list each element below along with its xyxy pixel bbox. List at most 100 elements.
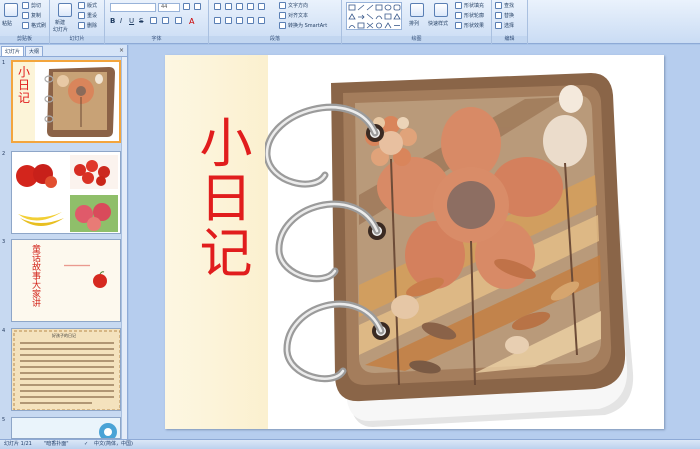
replace-icon xyxy=(495,12,502,19)
bold-button[interactable]: B xyxy=(110,17,115,25)
replace-button[interactable]: 替换 xyxy=(495,12,514,19)
font-group: 44 B I U S A 字体 xyxy=(105,0,209,44)
numbering-button[interactable] xyxy=(225,3,232,10)
brush-icon xyxy=(22,22,29,29)
increase-indent-icon xyxy=(247,3,254,10)
increase-indent-button[interactable] xyxy=(247,3,254,10)
tab-slides[interactable]: 幻灯片 xyxy=(1,46,25,56)
binoculars-icon xyxy=(495,2,502,9)
shape-effects-button[interactable]: 形状效果 xyxy=(455,22,484,29)
cursor-icon xyxy=(495,22,502,29)
underline-button[interactable]: U xyxy=(129,17,134,25)
spacing-button[interactable] xyxy=(162,17,169,24)
font-name-field[interactable] xyxy=(110,3,156,12)
paste-button[interactable]: 粘贴 xyxy=(2,20,12,27)
new-slide-icon[interactable] xyxy=(58,3,72,17)
thumbnail-caption: ************* xyxy=(64,264,90,269)
font-size-field[interactable]: 44 xyxy=(158,3,180,12)
cut-button[interactable]: 剪切 xyxy=(22,2,41,9)
copy-button[interactable]: 复制 xyxy=(22,12,41,19)
shape-fill-button[interactable]: 形状填充 xyxy=(455,2,484,9)
thumbnail-number: 1 xyxy=(2,60,6,66)
apple-thumbnail-image xyxy=(93,271,107,288)
shrink-font-icon xyxy=(194,3,201,10)
font-color-button[interactable]: A xyxy=(189,17,194,26)
bullets-button[interactable] xyxy=(214,3,221,10)
shapes-gallery[interactable] xyxy=(346,2,402,30)
line-spacing-icon xyxy=(258,3,265,10)
fruits-thumbnail-image xyxy=(12,152,120,233)
spacing-icon xyxy=(162,17,169,24)
reset-button[interactable]: 重设 xyxy=(78,12,97,19)
columns-icon xyxy=(258,17,265,24)
close-icon[interactable]: × xyxy=(119,47,124,54)
quick-styles-button[interactable]: 快速样式 xyxy=(428,20,448,27)
grow-font-icon xyxy=(183,3,190,10)
panel-tabs: 幻灯片 大纲 × xyxy=(0,45,127,57)
text-direction-icon xyxy=(279,2,286,9)
numbering-icon xyxy=(225,3,232,10)
new-slide-button[interactable]: 新建 xyxy=(55,19,65,26)
shadow-button[interactable] xyxy=(150,17,157,24)
select-button[interactable]: 选择 xyxy=(495,22,514,29)
italic-button[interactable]: I xyxy=(120,17,122,25)
justify-button[interactable] xyxy=(247,17,254,24)
clipboard-group: 粘贴 剪切 复制 格式刷 剪贴板 xyxy=(0,0,50,44)
ribbon: 粘贴 剪切 复制 格式刷 剪贴板 新建 幻灯片 版式 重设 删除 幻灯片 44 … xyxy=(0,0,700,44)
change-case-icon xyxy=(175,17,182,24)
align-left-button[interactable] xyxy=(214,17,221,24)
align-left-icon xyxy=(214,17,221,24)
language-indicator: 中文(简体，中国) xyxy=(94,441,133,447)
slide-thumbnail-5[interactable] xyxy=(11,417,121,439)
align-right-button[interactable] xyxy=(236,17,243,24)
line-spacing-button[interactable] xyxy=(258,3,265,10)
slide-title[interactable]: 小日记 xyxy=(181,115,252,280)
scissors-icon xyxy=(22,2,29,9)
slide-thumbnail-3[interactable]: 童话故事大家讲 ************* xyxy=(11,239,121,322)
thumbnail-5-image xyxy=(99,423,117,438)
drawing-group-label: 绘图 xyxy=(342,36,491,43)
find-button[interactable]: 查找 xyxy=(495,2,514,9)
arrange-icon[interactable] xyxy=(410,3,424,17)
thumbnail-title: 童话故事大家讲 xyxy=(30,244,40,307)
status-bar: 幻灯片 1/21 "暗香扑面" ✓ 中文(简体，中国) xyxy=(0,439,700,449)
format-painter-button[interactable]: 格式刷 xyxy=(22,22,46,29)
smartart-icon xyxy=(279,22,286,29)
delete-button[interactable]: 删除 xyxy=(78,22,97,29)
grow-font-button[interactable] xyxy=(183,3,190,10)
current-slide[interactable]: 小日记 xyxy=(165,55,664,429)
decrease-indent-icon xyxy=(236,3,243,10)
tab-outline[interactable]: 大纲 xyxy=(25,46,44,56)
slide-thumbnail-2[interactable] xyxy=(11,151,121,234)
arrange-button[interactable]: 排列 xyxy=(409,20,419,27)
clipboard-group-label: 剪贴板 xyxy=(0,36,49,43)
copy-icon xyxy=(22,12,29,19)
convert-smartart-button[interactable]: 转换为 SmartArt xyxy=(279,22,327,29)
paste-icon[interactable] xyxy=(4,3,18,17)
spellcheck-icon[interactable]: ✓ xyxy=(84,440,88,449)
slide-thumbnail-1[interactable]: 小日记 xyxy=(11,60,121,143)
layout-button[interactable]: 版式 xyxy=(78,2,97,9)
align-text-button[interactable]: 对齐文本 xyxy=(279,12,308,19)
align-center-button[interactable] xyxy=(225,17,232,24)
slide-counter: 幻灯片 1/21 xyxy=(4,441,32,447)
shape-outline-button[interactable]: 形状轮廓 xyxy=(455,12,484,19)
theme-name: "暗香扑面" xyxy=(44,441,69,447)
quick-styles-icon[interactable] xyxy=(434,3,448,17)
slide-thumbnail-4[interactable]: 好孩子的日记 xyxy=(11,328,121,411)
columns-button[interactable] xyxy=(258,17,265,24)
text-direction-button[interactable]: 文字方向 xyxy=(279,2,308,9)
paint-bucket-icon xyxy=(455,2,462,9)
align-right-icon xyxy=(236,17,243,24)
slides-group: 新建 幻灯片 版式 重设 删除 幻灯片 xyxy=(50,0,105,44)
editing-group: 查找 替换 选择 编辑 xyxy=(492,0,528,44)
thumbnail-scrollbar[interactable] xyxy=(121,57,127,439)
decrease-indent-button[interactable] xyxy=(236,3,243,10)
shadow-icon xyxy=(150,17,157,24)
notebook-illustration xyxy=(265,73,634,427)
paragraph-group-label: 段落 xyxy=(209,36,341,43)
reset-icon xyxy=(78,12,85,19)
shrink-font-button[interactable] xyxy=(194,3,201,10)
case-button[interactable] xyxy=(175,17,182,24)
strikethrough-button[interactable]: S xyxy=(139,17,143,25)
